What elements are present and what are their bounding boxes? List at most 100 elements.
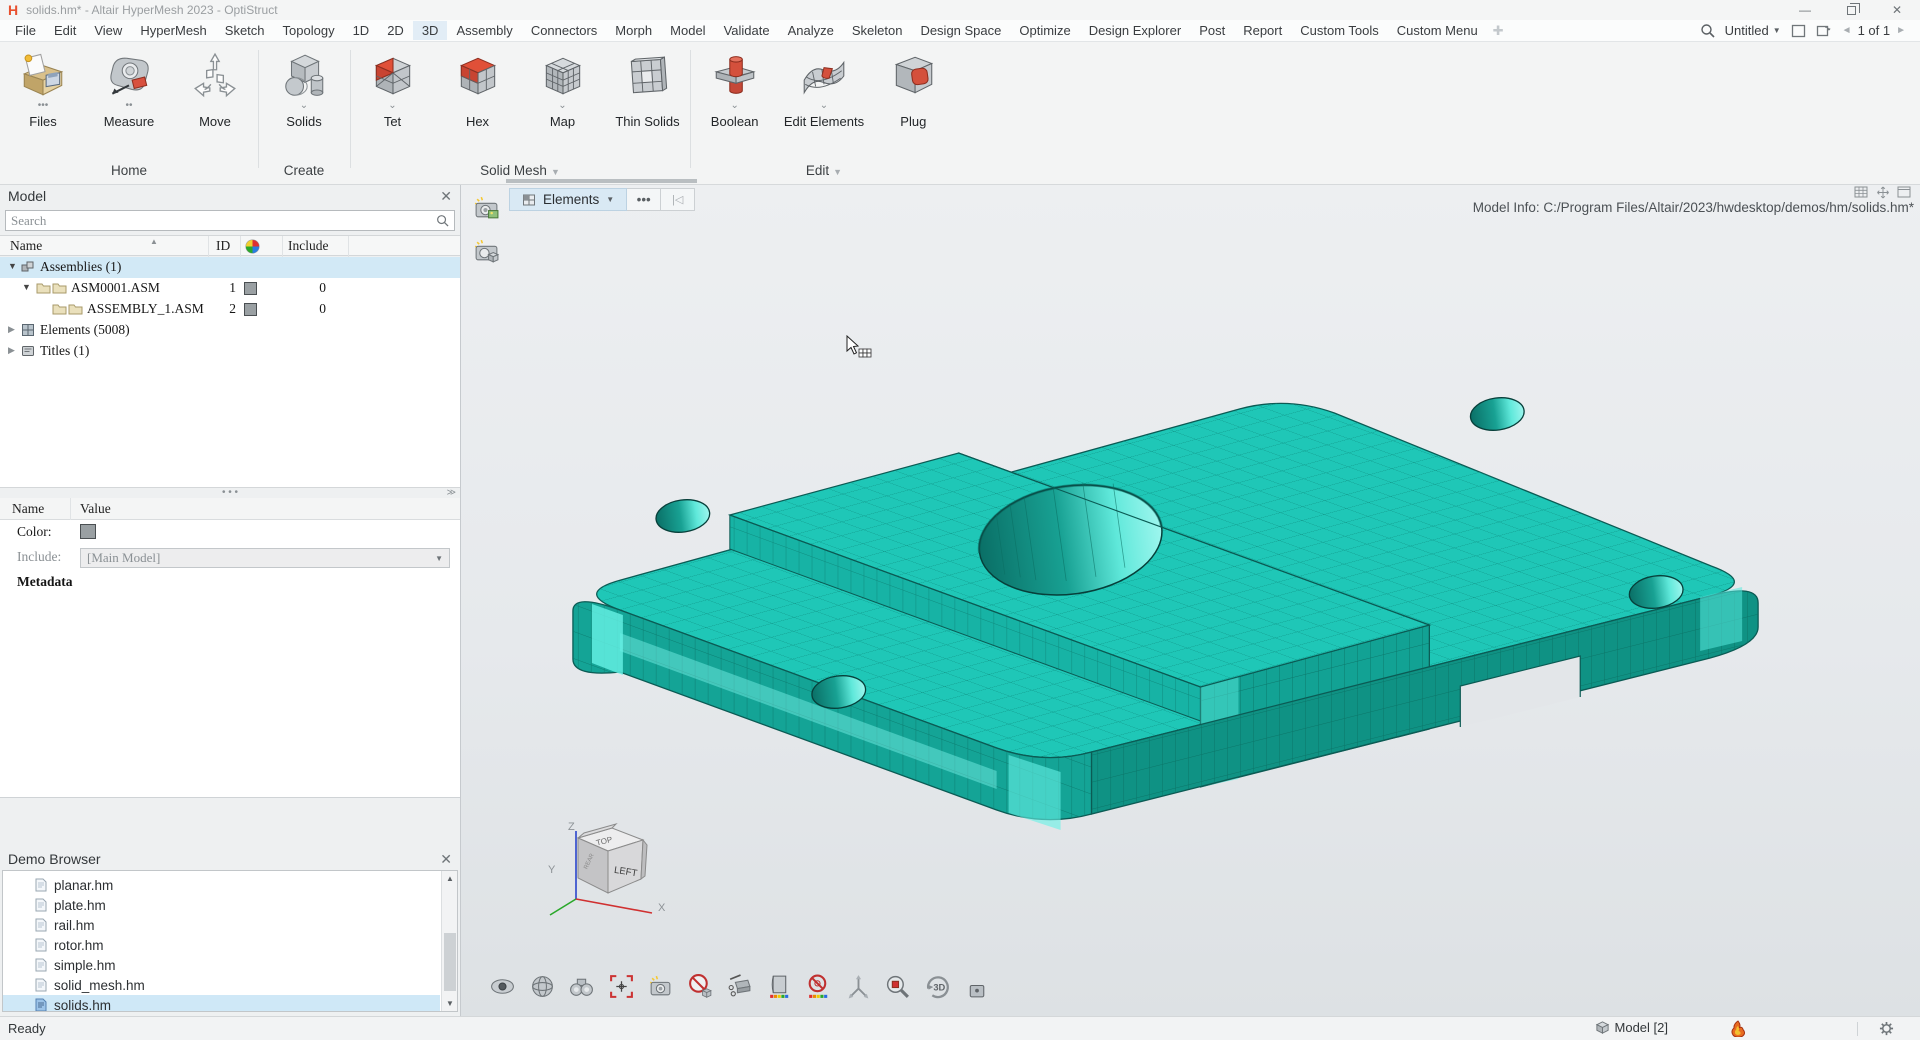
menu-report[interactable]: Report <box>1234 21 1291 40</box>
triad-icon[interactable] <box>845 973 872 1000</box>
include-select[interactable]: [Main Model] ▼ <box>80 548 450 568</box>
menu-analyze[interactable]: Analyze <box>779 21 843 40</box>
hex-hole[interactable] <box>1468 394 1526 433</box>
demo-file[interactable]: rail.hm <box>3 915 440 935</box>
menu-model[interactable]: Model <box>661 21 714 40</box>
dropdown-caret-icon[interactable]: ⌄ <box>781 101 867 113</box>
menu-design-space[interactable]: Design Space <box>911 21 1010 40</box>
globe-icon[interactable] <box>529 973 556 1000</box>
capture-image-icon[interactable] <box>473 195 500 222</box>
color-wheel-icon[interactable] <box>245 239 260 258</box>
expander-open-icon[interactable]: ▼ <box>8 261 17 271</box>
capture-model-icon[interactable] <box>473 238 500 265</box>
ribbon-tet-button[interactable]: ⌄ Tet <box>350 51 435 129</box>
ribbon-map-button[interactable]: ⌄ Map <box>520 51 605 129</box>
menu-design-explorer[interactable]: Design Explorer <box>1080 21 1191 40</box>
menu-skeleton[interactable]: Skeleton <box>843 21 912 40</box>
visibility-icon[interactable] <box>489 973 516 1000</box>
color-mode-icon[interactable] <box>805 973 832 1000</box>
dropdown-caret-icon[interactable]: ⌄ <box>520 101 605 113</box>
new-page-icon[interactable] <box>1791 24 1806 38</box>
ribbon-solids-button[interactable]: ⌄ Solids <box>261 51 347 129</box>
mesh-model[interactable] <box>461 185 1920 1016</box>
search-input[interactable] <box>11 213 436 229</box>
menu-connectors[interactable]: Connectors <box>522 21 606 40</box>
expand-panel-icon[interactable]: ≫ <box>447 488 456 497</box>
tree-label[interactable]: ASSEMBLY_1.ASM <box>87 301 204 317</box>
status-model[interactable]: Model [2] <box>1595 1020 1668 1035</box>
menu-morph[interactable]: Morph <box>606 21 661 40</box>
close-icon[interactable]: ✕ <box>440 851 452 868</box>
expander-closed-icon[interactable]: ▶ <box>8 345 15 356</box>
ribbon-group-edit[interactable]: Edit▼ <box>690 163 958 178</box>
entity-type-dropdown[interactable]: Elements ▼ <box>509 188 627 211</box>
close-button[interactable]: ✕ <box>1874 0 1920 20</box>
color-book-icon[interactable] <box>766 973 793 1000</box>
expander-closed-icon[interactable]: ▶ <box>8 324 15 335</box>
menu-assembly[interactable]: Assembly <box>447 21 521 40</box>
binoculars-icon[interactable] <box>568 973 595 1000</box>
penetration-check-icon[interactable] <box>726 973 753 1000</box>
demo-file[interactable]: planar.hm <box>3 875 440 895</box>
selector-more-button[interactable]: ••• <box>627 188 661 211</box>
ribbon-plug-button[interactable]: Plug <box>870 51 956 129</box>
screenshot-icon[interactable] <box>647 973 674 1000</box>
graphics-viewport[interactable]: Elements ▼ ••• |◁ Model Info: C:/Program… <box>461 185 1920 1016</box>
demo-scrollbar[interactable]: ▲ ▼ <box>441 871 457 1011</box>
lock-icon[interactable] <box>963 973 990 1000</box>
tree-row-asm0001[interactable]: ▼ ASM0001.ASM 1 0 <box>0 278 460 299</box>
window-icon[interactable] <box>1897 186 1912 199</box>
menu-2d[interactable]: 2D <box>378 21 413 40</box>
scroll-down-icon[interactable]: ▼ <box>442 996 458 1011</box>
menu-3d[interactable]: 3D <box>413 21 448 40</box>
settings-gear-icon[interactable] <box>1879 1021 1894 1039</box>
tree-label[interactable]: Assemblies (1) <box>40 259 121 275</box>
column-include[interactable]: Include <box>288 238 328 254</box>
hide-elements-icon[interactable] <box>687 973 714 1000</box>
demo-file[interactable]: plate.hm <box>3 895 440 915</box>
tree-label[interactable]: Elements (5008) <box>40 322 130 338</box>
menu-1d[interactable]: 1D <box>344 21 379 40</box>
selector-reset-button[interactable]: |◁ <box>661 188 695 211</box>
model-search-box[interactable] <box>5 210 455 231</box>
demo-file[interactable]: simple.hm <box>3 955 440 975</box>
ribbon-move-button[interactable]: Move <box>172 51 258 129</box>
expander-open-icon[interactable]: ▼ <box>22 282 31 292</box>
search-icon[interactable] <box>1700 23 1715 38</box>
ribbon-hex-button[interactable]: Hex <box>435 51 520 129</box>
dropdown-caret-icon[interactable]: ⌄ <box>350 101 435 113</box>
tree-row-titles[interactable]: ▶ Titles (1) <box>0 341 460 362</box>
scroll-thumb[interactable] <box>444 933 456 991</box>
menu-view[interactable]: View <box>85 21 131 40</box>
restore-button[interactable] <box>1828 0 1874 20</box>
menu-optimize[interactable]: Optimize <box>1010 21 1079 40</box>
menu-edit[interactable]: Edit <box>45 21 85 40</box>
hex-hole[interactable] <box>654 496 712 535</box>
close-icon[interactable]: ✕ <box>440 188 452 205</box>
add-menu-icon[interactable]: ✚ <box>1487 23 1510 39</box>
menu-file[interactable]: File <box>6 21 45 40</box>
menu-sketch[interactable]: Sketch <box>216 21 274 40</box>
demo-file[interactable]: solid_mesh.hm <box>3 975 440 995</box>
rotate-view-icon[interactable]: 3D <box>924 973 951 1000</box>
column-id[interactable]: ID <box>216 238 230 254</box>
browser-grid-icon[interactable] <box>1854 186 1869 199</box>
tree-header[interactable]: Name ▲ ID Include <box>0 235 460 256</box>
menu-custom-menu[interactable]: Custom Menu <box>1388 21 1487 40</box>
refresh-page-icon[interactable] <box>1816 23 1832 38</box>
menu-hypermesh[interactable]: HyperMesh <box>131 21 215 40</box>
ribbon-thin-solids-button[interactable]: Thin Solids <box>605 51 690 129</box>
dropdown-caret-icon[interactable]: ⌄ <box>261 101 347 113</box>
center-view-icon[interactable] <box>608 973 635 1000</box>
menu-validate[interactable]: Validate <box>715 21 779 40</box>
column-name[interactable]: Name <box>10 238 42 254</box>
prev-page-icon[interactable]: ◄ <box>1842 25 1852 36</box>
scroll-up-icon[interactable]: ▲ <box>442 871 458 886</box>
menu-custom-tools[interactable]: Custom Tools <box>1291 21 1388 40</box>
demo-file[interactable]: rotor.hm <box>3 935 440 955</box>
flame-icon[interactable] <box>1730 1020 1746 1040</box>
tree-row-assemblies[interactable]: ▼ Assemblies (1) <box>0 257 460 278</box>
ribbon-group-solid-mesh[interactable]: Solid Mesh▼ <box>350 163 690 178</box>
panel-splitter[interactable]: • • • ≫ <box>0 487 460 498</box>
tree-row-assembly-1[interactable]: ASSEMBLY_1.ASM 2 0 <box>0 299 460 320</box>
